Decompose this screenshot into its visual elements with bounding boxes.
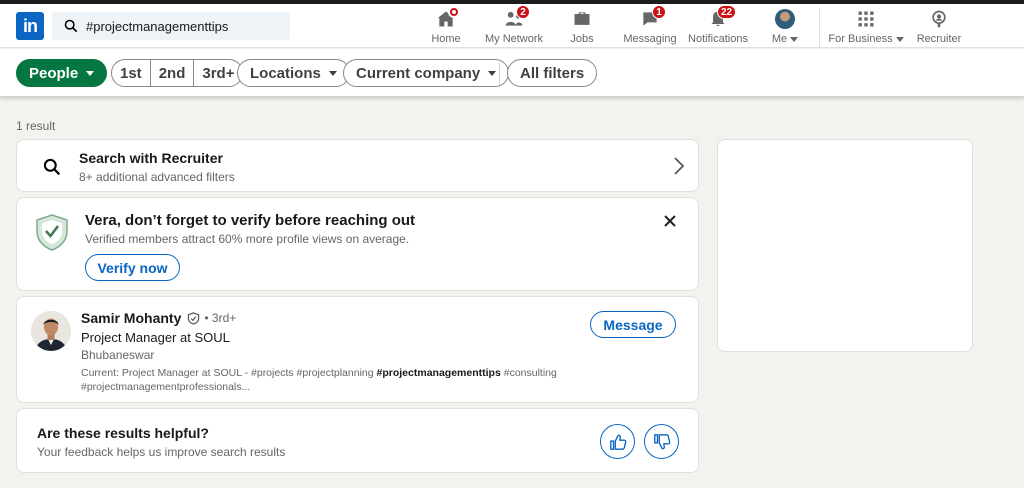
nav-my-network[interactable]: 2 My Network (484, 5, 544, 48)
person-result-card: Samir Mohanty • 3rd+ Project Manager at … (16, 296, 699, 403)
home-notification-dot (448, 6, 460, 18)
feedback-card: Are these results helpful? Your feedback… (16, 408, 699, 473)
nav-business-label: For Business (828, 33, 893, 45)
filter-1st[interactable]: 1st (112, 60, 151, 86)
nav-jobs[interactable]: Jobs (568, 8, 596, 48)
search-input[interactable] (86, 18, 286, 34)
nav-messaging-label: Messaging (623, 33, 677, 45)
nav-messaging[interactable]: 1 Messaging (622, 5, 678, 48)
nav-home-label: Home (431, 33, 461, 45)
chevron-down-icon (488, 70, 497, 76)
thumbs-down-icon (653, 433, 670, 449)
people-filter-label: People (29, 64, 79, 82)
connection-degree-filter: 1st 2nd 3rd+ (111, 59, 244, 87)
chevron-right-icon (674, 157, 685, 175)
search-filter-bar: People 1st 2nd 3rd+ Locations Current co… (0, 49, 1024, 97)
thumbs-up-button[interactable] (600, 424, 635, 459)
nav-notifications[interactable]: 22 Notifications (686, 5, 750, 48)
nav-recruiter-label: Recruiter (916, 33, 962, 45)
people-filter-button[interactable]: People (16, 59, 108, 87)
verify-now-button[interactable]: Verify now (85, 254, 180, 281)
filter-2nd[interactable]: 2nd (151, 60, 195, 86)
nav-me[interactable]: Me (770, 8, 800, 48)
search-icon (64, 19, 78, 33)
linkedin-logo[interactable]: in (16, 12, 44, 40)
locations-label: Locations (250, 64, 321, 82)
nav-recruiter[interactable]: Recruiter (916, 8, 962, 48)
global-nav: in Home 2 My Network Jobs 1 Messaging 22… (0, 4, 1024, 48)
chevron-down-icon (790, 36, 799, 42)
thumbs-down-button[interactable] (644, 424, 679, 459)
search-with-recruiter-card[interactable]: Search with Recruiter 8+ additional adva… (16, 139, 699, 192)
nav-network-label: My Network (484, 33, 544, 45)
chevron-down-icon (328, 70, 337, 76)
me-avatar (775, 9, 795, 29)
messaging-badge: 1 (652, 5, 666, 19)
verified-shield-icon (36, 214, 68, 251)
feedback-title: Are these results helpful? (37, 425, 209, 441)
recruiter-icon (932, 10, 946, 28)
filter-3rd[interactable]: 3rd+ (194, 60, 242, 86)
person-avatar[interactable] (31, 311, 71, 351)
current-company-label: Current company (356, 64, 481, 82)
network-badge: 2 (516, 5, 530, 19)
all-filters-label: All filters (520, 64, 585, 82)
verify-title: Vera, don’t forget to verify before reac… (85, 212, 416, 229)
message-button[interactable]: Message (590, 311, 676, 338)
chevron-down-icon (86, 70, 95, 76)
nav-divider (819, 8, 820, 48)
filter-divider (499, 63, 500, 85)
briefcase-icon (574, 12, 590, 25)
search-bar[interactable] (52, 12, 290, 40)
verify-subtitle: Verified members attract 60% more profil… (85, 232, 410, 246)
current-company-filter-button[interactable]: Current company (343, 59, 510, 87)
summary-highlight: #projectmanagementtips (376, 367, 501, 379)
recruiter-subtitle: 8+ additional advanced filters (79, 170, 235, 184)
nav-home[interactable]: Home (428, 6, 464, 48)
verify-prompt-card: Vera, don’t forget to verify before reac… (16, 197, 699, 291)
feedback-subtitle: Your feedback helps us improve search re… (37, 445, 286, 459)
connection-degree: • 3rd+ (204, 311, 237, 325)
all-filters-button[interactable]: All filters (507, 59, 598, 87)
nav-me-label: Me (771, 33, 788, 45)
grid-icon (858, 11, 874, 27)
person-name-row: Samir Mohanty • 3rd+ (81, 310, 236, 326)
verified-badge-icon (188, 311, 200, 325)
search-icon (43, 158, 61, 176)
nav-for-business[interactable]: For Business (828, 8, 904, 48)
notifications-badge: 22 (717, 5, 737, 19)
close-icon[interactable] (663, 214, 677, 228)
nav-jobs-label: Jobs (570, 33, 594, 45)
locations-filter-button[interactable]: Locations (237, 59, 350, 87)
person-headline: Project Manager at SOUL (81, 330, 230, 345)
chevron-down-icon (895, 36, 904, 42)
result-count: 1 result (16, 119, 56, 133)
person-name[interactable]: Samir Mohanty (81, 310, 181, 326)
nav-notifications-label: Notifications (688, 33, 748, 45)
person-summary: Current: Project Manager at SOUL - #proj… (81, 366, 601, 394)
summary-prefix: Current: Project Manager at SOUL - #proj… (81, 367, 377, 379)
person-location: Bhubaneswar (81, 348, 155, 362)
right-rail-card (717, 139, 973, 352)
thumbs-up-icon (609, 434, 626, 450)
recruiter-title: Search with Recruiter (79, 150, 223, 166)
